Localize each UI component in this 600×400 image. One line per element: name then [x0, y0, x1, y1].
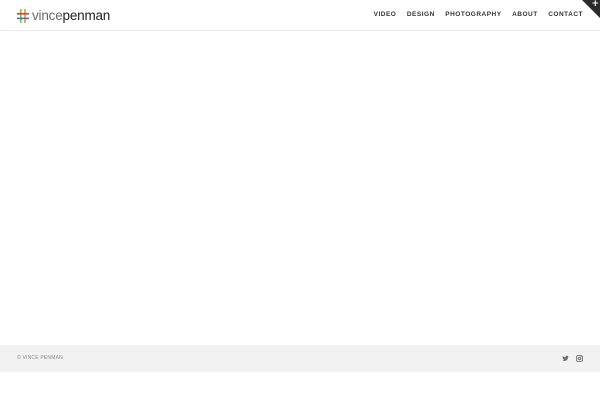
- twitter-link[interactable]: [562, 355, 569, 362]
- instagram-link[interactable]: [576, 355, 583, 362]
- nav-item-photography[interactable]: PHOTOGRAPHY: [445, 10, 501, 20]
- site-logo[interactable]: vincepenman: [17, 8, 110, 24]
- nav-item-design[interactable]: DESIGN: [407, 10, 435, 20]
- logo-text-light: vince: [32, 8, 63, 23]
- site-footer: © VINCE PENMAN: [0, 345, 600, 372]
- page-bottom-spacer: [0, 372, 600, 400]
- nav-item-video[interactable]: VIDEO: [374, 10, 397, 20]
- logo-text: vincepenman: [32, 8, 110, 24]
- main-content: [0, 31, 600, 345]
- site-header: vincepenman VIDEO DESIGN PHOTOGRAPHY ABO…: [0, 0, 600, 31]
- nav-item-contact[interactable]: CONTACT: [548, 10, 583, 20]
- corner-toggle-button[interactable]: +: [582, 0, 600, 18]
- copyright-text: © VINCE PENMAN: [17, 355, 63, 361]
- twitter-icon: [562, 355, 569, 361]
- plus-icon: +: [591, 0, 599, 9]
- hash-logo-icon: [17, 9, 29, 23]
- logo-text-dark: penman: [62, 8, 111, 23]
- main-nav: VIDEO DESIGN PHOTOGRAPHY ABOUT CONTACT: [374, 10, 583, 20]
- nav-item-about[interactable]: ABOUT: [512, 10, 538, 20]
- page: vincepenman VIDEO DESIGN PHOTOGRAPHY ABO…: [0, 0, 600, 400]
- social-links: [555, 355, 583, 362]
- instagram-icon: [576, 355, 583, 362]
